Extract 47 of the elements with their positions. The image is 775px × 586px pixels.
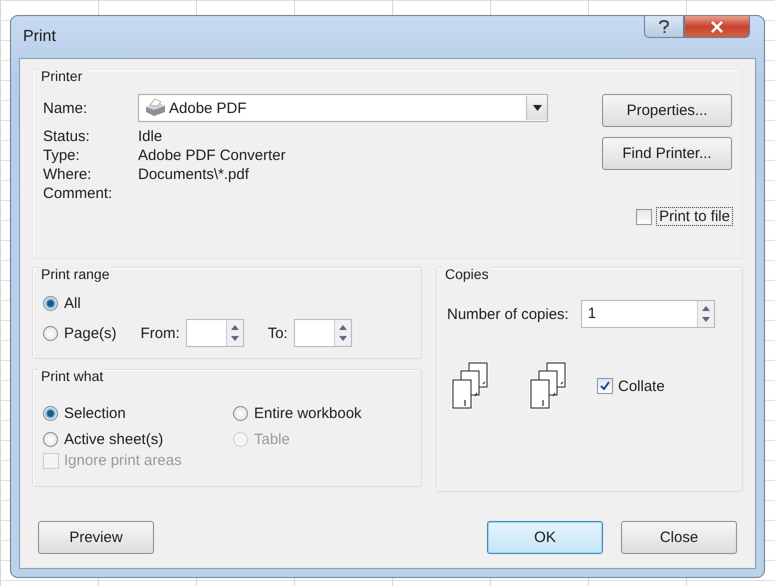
field-label: From: [140,324,180,342]
help-button[interactable] [644,16,684,38]
radio-label[interactable]: Entire workbook [254,404,362,422]
radio-button[interactable] [43,296,58,310]
group-heading: Print what [39,368,106,384]
radio-button[interactable] [43,406,58,420]
checkbox-label[interactable]: Collate [618,378,665,394]
field-value: Documents\*.pdf [138,166,249,183]
radio-label[interactable]: All [64,294,81,312]
number-field[interactable]: 1 [580,300,715,328]
radio-label[interactable]: Page(s) [64,324,117,342]
checkbox-label[interactable]: Print to file [657,208,732,225]
field-value: Idle [138,128,162,145]
dialog-button[interactable]: OK [487,521,603,554]
window-title: Print [22,28,56,46]
field-value: Adobe PDF Converter [138,147,286,164]
close-button[interactable] [684,16,750,38]
printer-icon [143,98,167,118]
help-icon [658,20,670,34]
field-label: Where: [43,166,92,183]
dialog-button[interactable]: Find Printer... [602,137,732,170]
radio-label[interactable]: Active sheet(s) [64,430,164,448]
field-label: Comment: [43,185,114,202]
printer-dropdown[interactable]: Adobe PDF [138,94,548,122]
field-label: Type: [43,147,81,164]
checkbox[interactable] [636,208,652,224]
dialog-button[interactable]: Preview [38,521,154,554]
dialog-button[interactable]: Properties... [602,94,732,127]
radio-button[interactable] [43,326,58,340]
field-label: To: [268,324,288,342]
radio-label[interactable]: Selection [64,404,126,422]
group-heading: Print range [39,266,112,282]
page-stack-icon [529,362,567,410]
close-icon [710,20,724,32]
dropdown-arrow-icon [532,105,542,111]
field-label: Status: [43,128,91,145]
dialog-button[interactable]: Close [621,521,737,554]
radio-button[interactable] [43,432,58,446]
number-field[interactable] [186,319,244,347]
number-field[interactable] [294,319,352,347]
group-heading: Copies [443,266,491,282]
group-heading: Printer [39,68,84,84]
checkbox[interactable] [597,378,613,394]
radio-button[interactable] [233,406,248,420]
field-label: Name: [43,100,88,116]
field-label: Number of copies: [447,306,569,322]
page-stack-icon [451,362,489,410]
